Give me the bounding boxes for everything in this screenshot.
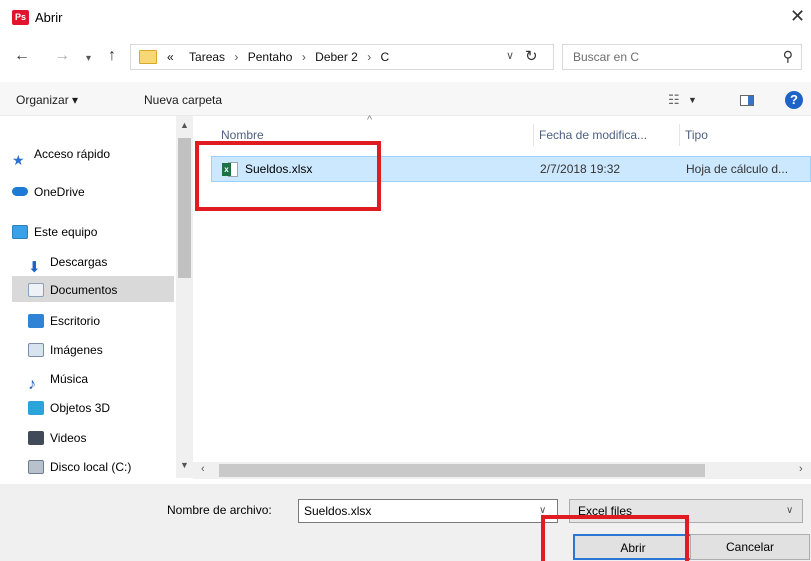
search-input[interactable] [573, 50, 763, 64]
filename-dropdown-icon[interactable]: ∨ [539, 505, 546, 516]
search-icon[interactable]: ⚲ [783, 48, 793, 65]
music-icon: ♪ [28, 375, 36, 393]
scroll-up-icon[interactable]: ▲ [180, 120, 189, 130]
download-icon: ⬇ [28, 258, 41, 276]
sidebar-item-this-pc[interactable]: Este equipo [12, 218, 174, 244]
column-divider[interactable] [533, 124, 534, 146]
breadcrumb-item[interactable]: C [381, 50, 390, 64]
sidebar-item-pictures[interactable]: Imágenes [28, 336, 174, 362]
scrollbar-thumb[interactable] [219, 464, 705, 477]
sidebar-item-3d-objects[interactable]: Objetos 3D [28, 394, 174, 420]
footer-panel: Nombre de archivo: ∨ Excel files ∨ Abrir… [0, 484, 811, 561]
help-icon[interactable]: ? [785, 91, 803, 109]
cloud-icon [12, 187, 28, 197]
filetype-value: Excel files [578, 504, 633, 518]
desktop-icon [28, 313, 44, 328]
close-icon[interactable]: ✕ [790, 6, 805, 27]
filename-input[interactable] [298, 499, 558, 523]
app-icon: Ps [12, 10, 29, 25]
disk-icon [28, 459, 44, 474]
sidebar-item-downloads[interactable]: ⬇ Descargas [28, 248, 174, 276]
sidebar-item-onedrive[interactable]: OneDrive [12, 178, 174, 204]
sort-ascending-icon: ^ [367, 114, 373, 126]
breadcrumb-separator-icon[interactable]: › [367, 50, 371, 64]
organize-button[interactable]: Organizar ▾ [16, 93, 78, 107]
horizontal-scrollbar[interactable]: ‹ › [193, 462, 811, 479]
star-icon: ★ [12, 151, 25, 168]
window-title: Abrir [35, 10, 63, 25]
recent-locations-chevron-icon[interactable]: ▾ [86, 50, 91, 68]
filetype-select[interactable]: Excel files ∨ [569, 499, 803, 523]
file-list: Nombre ^ Fecha de modifica... Tipo x Sue… [193, 114, 811, 462]
filetype-dropdown-icon: ∨ [786, 505, 794, 516]
sidebar-scrollbar[interactable]: ▲ ▼ [176, 116, 193, 478]
preview-pane-icon[interactable] [740, 95, 754, 106]
address-row: ← → ▾ ↑ « Tareas › Pentaho › Deber 2 › C… [0, 40, 811, 74]
refresh-icon[interactable]: ↻ [525, 47, 538, 65]
up-arrow-icon[interactable]: ↑ [108, 47, 116, 65]
table-row[interactable]: x Sueldos.xlsx 2/7/2018 19:32 Hoja de cá… [211, 156, 811, 182]
breadcrumb: « Tareas › Pentaho › Deber 2 › C [167, 50, 389, 64]
column-divider[interactable] [679, 124, 680, 146]
folder-icon [139, 50, 157, 64]
search-box[interactable]: ⚲ [562, 44, 802, 70]
address-bar[interactable]: « Tareas › Pentaho › Deber 2 › C ∨ ↻ [130, 44, 554, 70]
videos-icon [28, 430, 44, 445]
command-toolbar: Organizar ▾ Nueva carpeta ☷ ▼ ? [0, 82, 811, 116]
open-button[interactable]: Abrir [573, 534, 693, 560]
scroll-down-icon[interactable]: ▼ [180, 460, 189, 470]
scroll-right-icon[interactable]: › [799, 463, 803, 475]
sidebar-item-videos[interactable]: Videos [28, 424, 174, 450]
scroll-left-icon[interactable]: ‹ [201, 463, 205, 475]
navigation-pane: ★ Acceso rápido OneDrive Este equipo ⬇ Des… [0, 122, 178, 482]
breadcrumb-separator-icon[interactable]: › [302, 50, 306, 64]
column-header-date[interactable]: Fecha de modifica... [539, 124, 647, 146]
view-options-icon[interactable]: ☷ [668, 92, 680, 108]
sidebar-item-music[interactable]: ♪ Música [28, 365, 174, 393]
pictures-icon [28, 342, 44, 357]
breadcrumb-item[interactable]: Tareas [189, 50, 225, 64]
breadcrumb-separator-icon[interactable]: › [234, 50, 238, 64]
objects-3d-icon [28, 400, 44, 415]
file-date: 2/7/2018 19:32 [540, 162, 621, 176]
breadcrumb-item[interactable]: Deber 2 [315, 50, 358, 64]
excel-file-icon: x [222, 162, 238, 177]
sidebar-item-documents[interactable]: Documentos [12, 276, 174, 302]
filename-label: Nombre de archivo: [167, 503, 272, 517]
back-arrow-icon[interactable]: ← [14, 47, 30, 65]
file-name: Sueldos.xlsx [245, 162, 313, 176]
breadcrumb-overflow[interactable]: « [167, 50, 174, 64]
new-folder-button[interactable]: Nueva carpeta [144, 93, 222, 107]
documents-icon [28, 282, 44, 297]
cancel-button[interactable]: Cancelar [690, 534, 810, 560]
title-bar: Ps Abrir ✕ [0, 0, 811, 36]
sidebar-item-local-disk[interactable]: Disco local (C:) [28, 453, 174, 479]
column-header-type[interactable]: Tipo [685, 124, 708, 146]
column-header-name[interactable]: Nombre [221, 124, 264, 146]
forward-arrow-icon[interactable]: → [54, 47, 70, 65]
breadcrumb-item[interactable]: Pentaho [248, 50, 293, 64]
address-dropdown-icon[interactable]: ∨ [506, 49, 514, 62]
scrollbar-thumb[interactable] [178, 138, 191, 278]
view-dropdown-icon[interactable]: ▼ [688, 95, 697, 105]
sidebar-item-quick-access[interactable]: ★ Acceso rápido [12, 140, 174, 168]
sidebar-item-desktop[interactable]: Escritorio [28, 307, 174, 333]
computer-icon [12, 224, 28, 239]
file-type: Hoja de cálculo d... [686, 162, 789, 176]
